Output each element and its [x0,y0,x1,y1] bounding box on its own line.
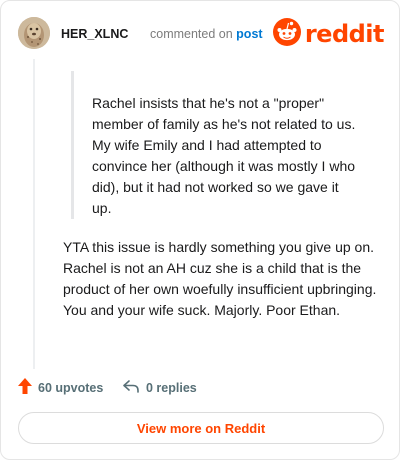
thread-line[interactable] [33,59,35,369]
post-link[interactable]: post [236,27,262,41]
avatar[interactable] [18,17,50,49]
replies-button[interactable]: 0 replies [122,377,197,399]
comment-meta: commented on post [150,27,263,41]
comment-body: YTA this issue is hardly something you g… [63,239,377,318]
view-more-button[interactable]: View more on Reddit [18,412,384,444]
quote-body: Rachel insists that he's not a "proper" … [92,95,356,216]
commented-on-text: commented on [150,27,233,41]
username[interactable]: HER_XLNC [61,27,128,41]
comment-header: HER_XLNC commented on post reddit [18,17,385,51]
reddit-wordmark: reddit [304,20,385,48]
reply-count: 0 replies [146,381,197,395]
reddit-snoo-icon [272,17,301,51]
reply-arrow-icon [122,379,140,398]
view-more-label: View more on Reddit [136,420,266,436]
avatar-image [18,17,50,49]
quoted-text: Rachel insists that he's not a "proper" … [71,71,371,219]
upvote-button[interactable]: 60 upvotes [18,377,103,399]
upvote-count: 60 upvotes [38,381,104,395]
reddit-comment-embed: HER_XLNC commented on post reddit Rachel… [0,0,400,460]
upvote-arrow-icon [18,377,32,399]
reddit-logo[interactable]: reddit [272,17,385,51]
comment-actions: 60 upvotes 0 replies [18,377,384,399]
